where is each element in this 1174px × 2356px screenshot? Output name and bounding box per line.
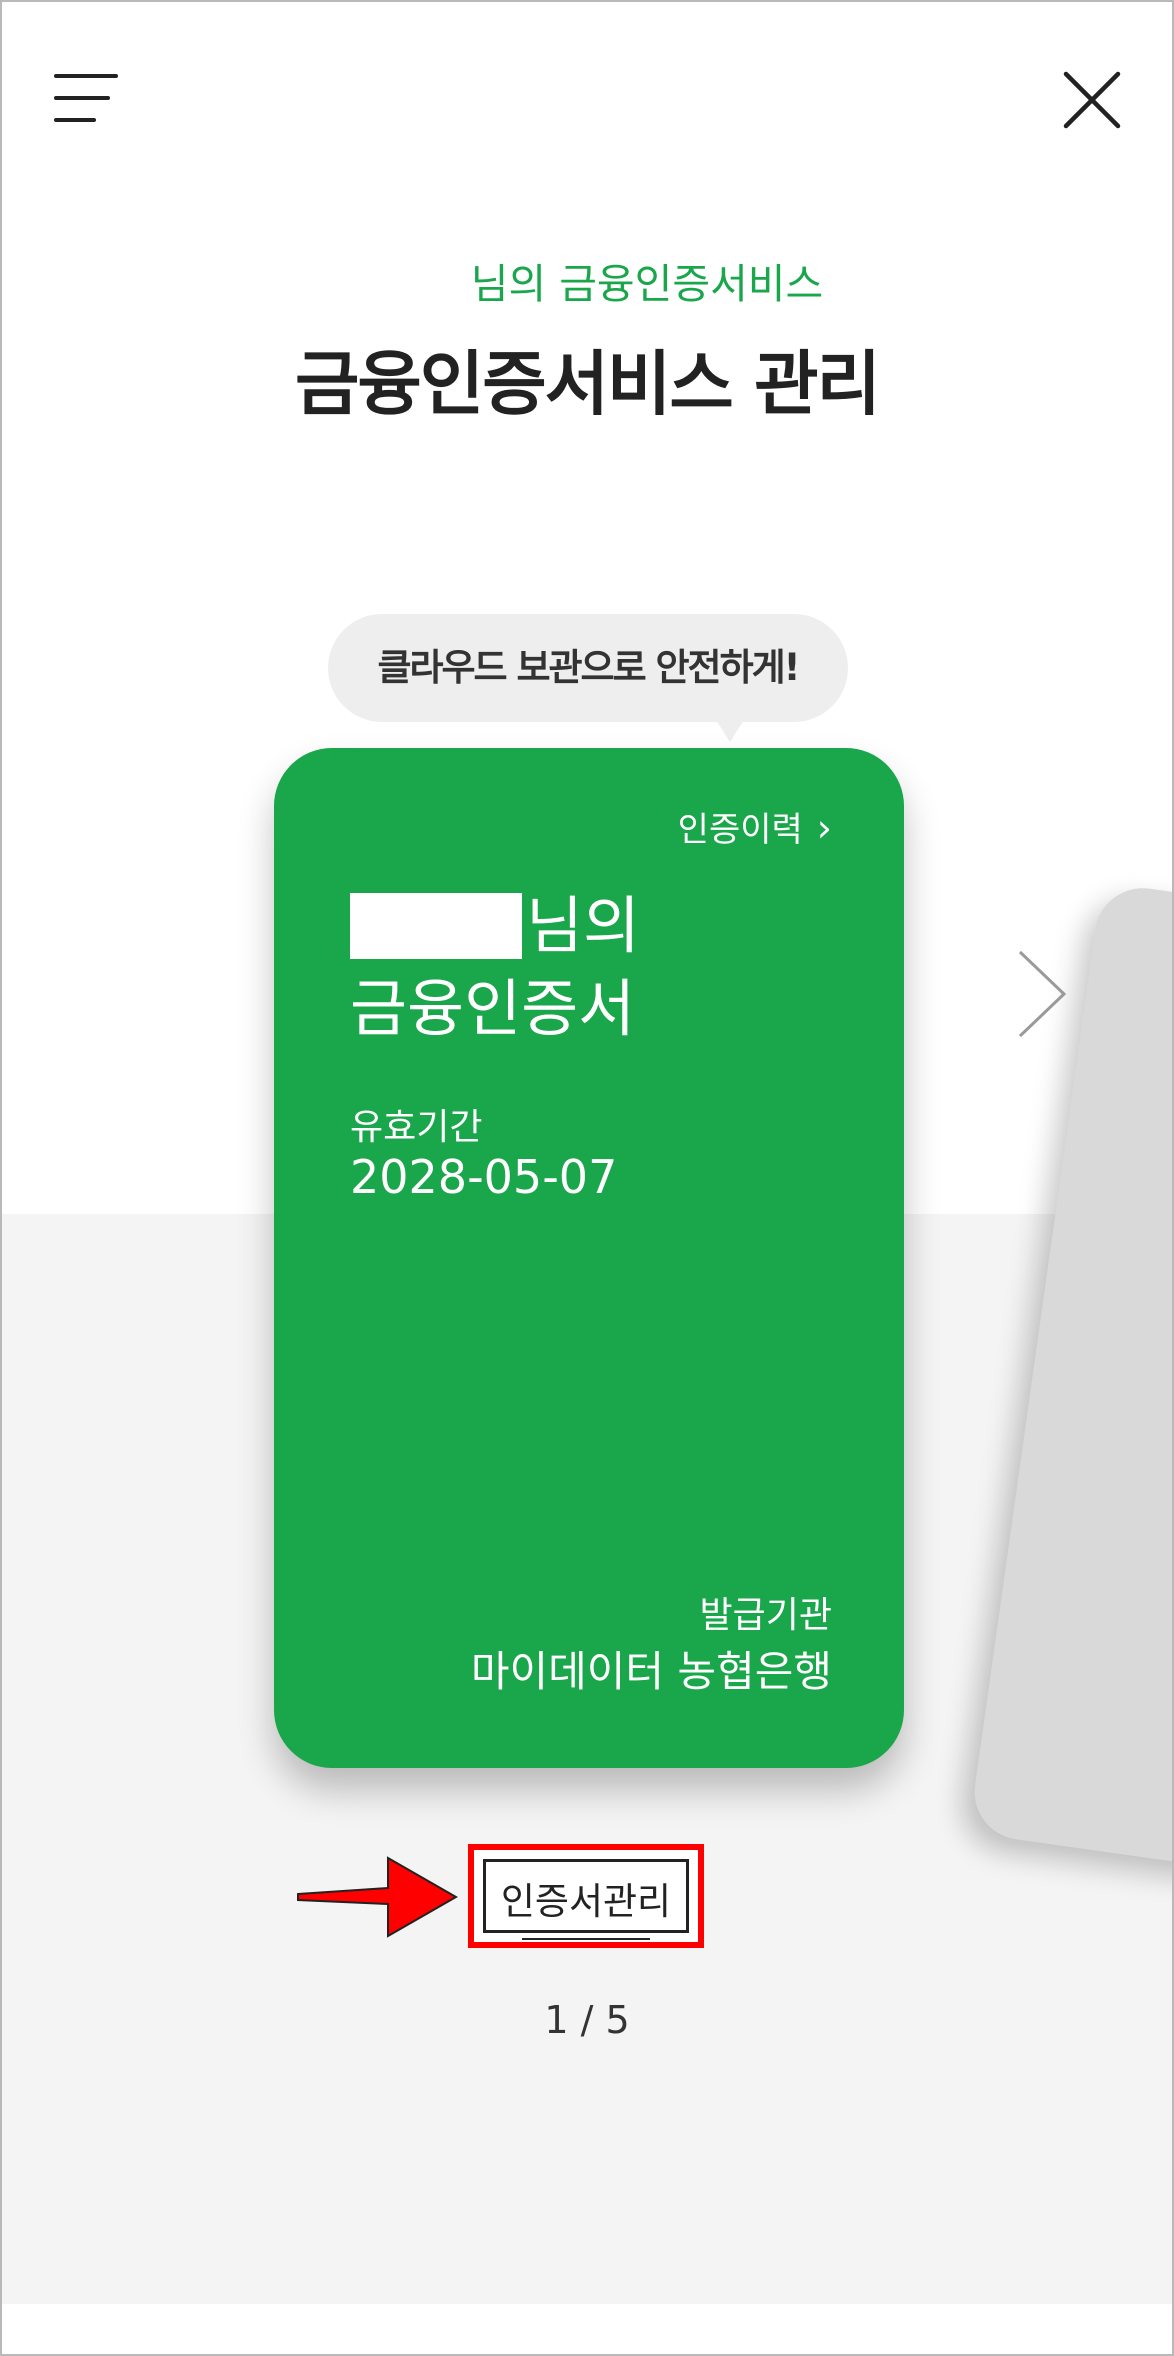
redacted-name: [350, 893, 522, 959]
history-link-label: 인증이력: [677, 810, 803, 850]
validity-label: 유효기간: [350, 1107, 483, 1148]
validity-date: 2028-05-07: [350, 1150, 618, 1204]
certificate-manage-button[interactable]: 인증서관리: [486, 1862, 686, 1930]
issuer-name: 마이데이터 농협은행: [470, 1647, 832, 1696]
subtitle-text: 님의 금융인증서비스: [470, 260, 824, 308]
manage-button-underline: [522, 1938, 650, 1940]
app-screen: 님의 금융인증서비스 금융인증서비스 관리 클라우드 보관으로 안전하게! 인증…: [0, 0, 1174, 2356]
next-card-chevron-icon[interactable]: [1012, 946, 1072, 1042]
promo-bubble-tail: [716, 720, 744, 742]
holder-name-suffix: 님의: [526, 889, 641, 962]
red-arrow-annotation: [297, 1856, 459, 1938]
close-icon[interactable]: [1060, 68, 1124, 132]
certificate-label: 금융인증서: [350, 972, 636, 1045]
issuer-label: 발급기관: [699, 1595, 832, 1636]
manage-button-frame: 인증서관리: [483, 1859, 689, 1940]
page-indicator: 1 / 5: [544, 1998, 630, 2042]
page-subtitle: 님의 금융인증서비스: [2, 250, 1172, 310]
highlight-box: 인증서관리: [468, 1844, 704, 1948]
chevron-right-icon: ›: [816, 806, 832, 850]
history-link[interactable]: 인증이력 ›: [678, 802, 832, 851]
promo-bubble: 클라우드 보관으로 안전하게!: [328, 614, 848, 722]
page-title: 금융인증서비스 관리: [295, 343, 881, 425]
menu-icon[interactable]: [50, 68, 122, 126]
certificate-card[interactable]: 인증이력 › 님의 금융인증서 유효기간 2028-05-07 발급기관 마이데이…: [274, 748, 904, 1768]
holder-name-row: 님의: [350, 890, 640, 962]
